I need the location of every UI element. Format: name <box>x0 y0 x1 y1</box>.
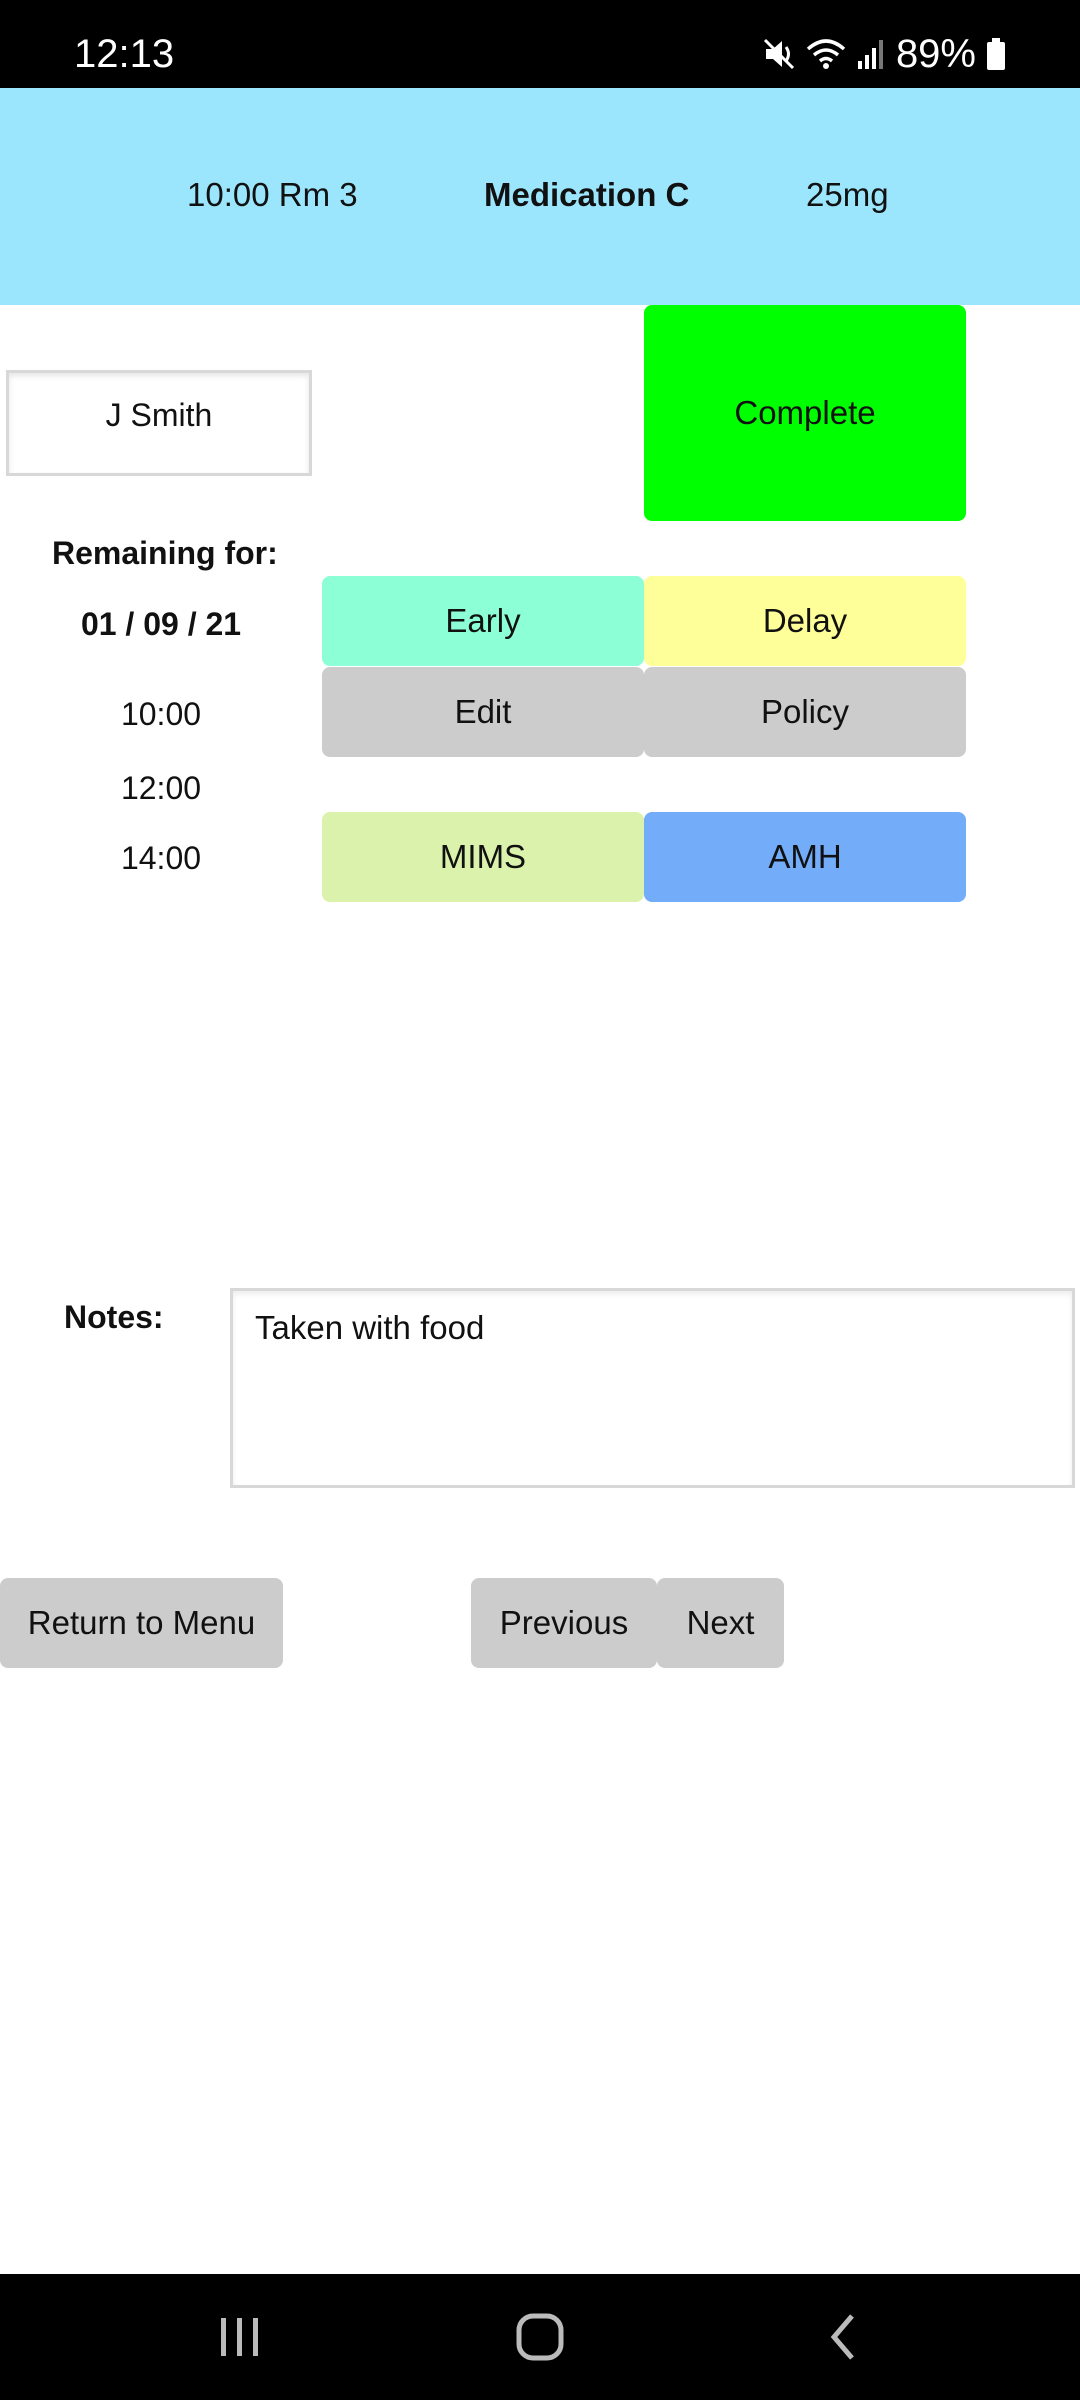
delay-button[interactable]: Delay <box>644 576 966 666</box>
battery-icon <box>986 37 1006 71</box>
remaining-time: 12:00 <box>120 770 202 806</box>
policy-button[interactable]: Policy <box>644 667 966 757</box>
signal-icon <box>856 37 886 71</box>
status-time: 12:13 <box>74 32 175 76</box>
mute-icon <box>762 37 796 71</box>
patient-name: J Smith <box>105 397 213 433</box>
system-nav-bar <box>0 2274 1080 2400</box>
remaining-label: Remaining for: <box>52 535 278 571</box>
recents-icon[interactable] <box>215 2312 265 2367</box>
remaining-time: 10:00 <box>120 696 202 732</box>
previous-button[interactable]: Previous <box>471 1578 657 1668</box>
edit-button[interactable]: Edit <box>322 667 644 757</box>
mims-button[interactable]: MIMS <box>322 812 644 902</box>
home-icon[interactable] <box>515 2312 565 2367</box>
back-icon[interactable] <box>820 2312 870 2367</box>
dose-time-room: 10:00 Rm 3 <box>187 176 358 213</box>
remaining-time: 14:00 <box>120 840 202 876</box>
battery-percent: 89% <box>895 32 976 76</box>
return-to-menu-button[interactable]: Return to Menu <box>0 1578 283 1668</box>
medication-name: Medication C <box>484 176 690 213</box>
complete-button[interactable]: Complete <box>644 305 966 521</box>
wifi-icon <box>806 37 846 71</box>
next-button[interactable]: Next <box>657 1578 784 1668</box>
patient-name-field[interactable]: J Smith <box>6 370 312 476</box>
status-icons: 89% <box>762 34 1006 74</box>
notes-textarea[interactable]: Taken with food <box>230 1288 1075 1488</box>
medication-dose: 25mg <box>806 176 889 213</box>
amh-button[interactable]: AMH <box>644 812 966 902</box>
status-bar: 12:13 89% <box>0 0 1080 88</box>
early-button[interactable]: Early <box>322 576 644 666</box>
remaining-date: 01 / 09 / 21 <box>80 606 242 642</box>
notes-label: Notes: <box>64 1299 164 1335</box>
